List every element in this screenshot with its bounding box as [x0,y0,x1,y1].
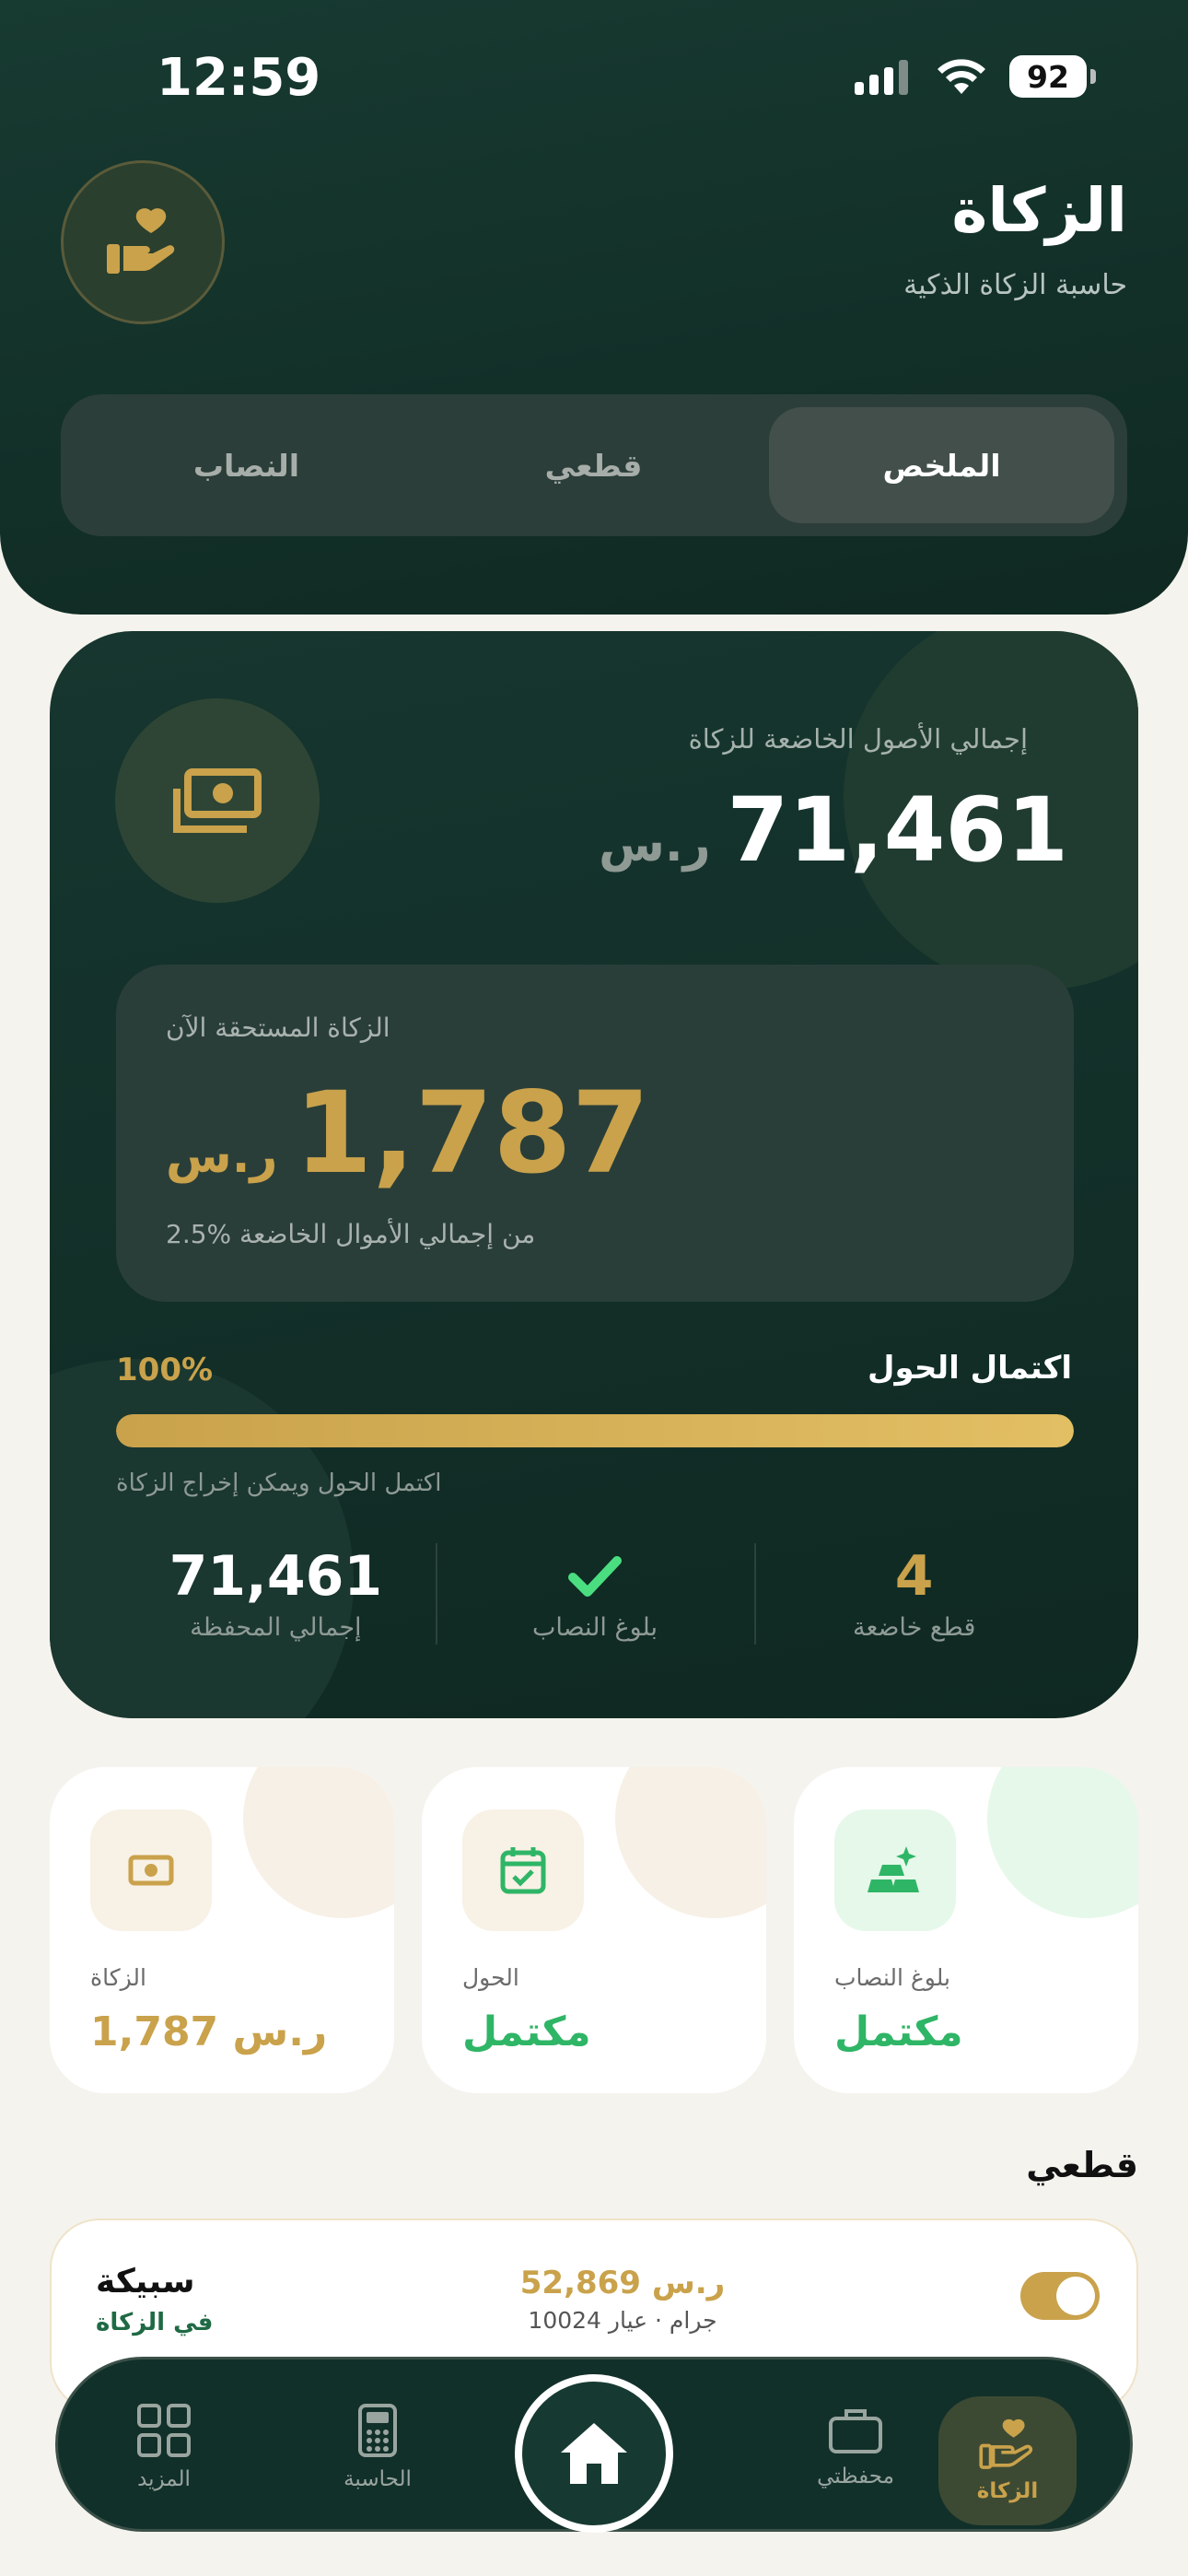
mini-card-value: مكتمل [462,2008,591,2055]
tab-bar: الملخص قطعي النصاب [61,394,1127,536]
due-value: 1,787 [294,1068,650,1199]
signal-icon [855,60,908,95]
zakat-hand-icon [979,2418,1033,2469]
mini-card-label: بلوغ النصاب [834,1964,950,1991]
gold-bars-icon [834,1809,956,1931]
due-label: الزكاة المستحقة الآن [166,1013,390,1043]
nav-label: محفظتي [817,2465,894,2488]
stat-label: بلوغ النصاب [531,1613,658,1642]
mini-card-nisab[interactable]: بلوغ النصاب مكتمل [794,1767,1138,2093]
tab-nisab[interactable]: النصاب [74,407,419,523]
mini-card-value: مكتمل [834,2008,963,2055]
mini-card-zakat[interactable]: الزكاة 1,787 ر.س [50,1767,394,2093]
nav-label: الزكاة [976,2479,1039,2503]
stat-value: 4 [894,1544,934,1609]
nav-calculator[interactable]: الحاسبة [299,2359,456,2535]
stat-nisab: بلوغ النصاب [435,1543,755,1663]
stats-row: 71,461 إجمالي المحفظة بلوغ النصاب 4 قطع … [116,1543,1074,1663]
stat-portfolio: 71,461 إجمالي المحفظة [116,1543,436,1663]
stat-label: قطع خاضعة [853,1613,976,1642]
hawl-progress-bar [116,1414,1074,1447]
nav-zakat[interactable]: الزكاة [938,2396,1077,2525]
battery-indicator: 92 [1009,55,1096,98]
hawl-progress-fill [116,1414,1074,1447]
home-icon [561,2423,627,2484]
nav-home[interactable] [515,2374,673,2533]
asset-meta: 100جرام · عيار 24 [528,2307,717,2334]
include-toggle[interactable] [1020,2272,1100,2320]
decor-circle [987,1767,1138,1918]
assets-label: إجمالي الأصول الخاضعة للزكاة [688,723,1028,755]
status-icons: 92 [855,55,1096,98]
bottom-nav: المزيد الحاسبة محفظتي الزكاة [55,2357,1133,2535]
currency-label: ر.س [599,817,711,872]
status-time: 12:59 [157,48,321,108]
mini-card-label: الزكاة [90,1964,146,1991]
check-icon [567,1543,623,1610]
briefcase-icon [829,2409,882,2453]
due-note: 2.5% من إجمالي الأموال الخاضعة [166,1219,536,1249]
decor-circle [243,1767,394,1918]
assets-amount: ر.س 71,461 [599,779,1068,882]
nav-label: الحاسبة [344,2467,412,2491]
section-title: قطعي [1026,2145,1138,2185]
hawl-percent: 100% [116,1352,214,1388]
header: 12:59 92 الزكاة حاسبة الزكاة الذكية المل… [0,0,1188,615]
tab-pieces[interactable]: قطعي [421,407,766,523]
currency-label: ر.س [166,1129,278,1184]
cash-icon [115,698,320,903]
page-subtitle: حاسبة الزكاة الذكية [903,269,1127,301]
decor-circle [615,1767,766,1918]
decor-circle [50,1359,354,1718]
summary-card: إجمالي الأصول الخاضعة للزكاة ر.س 71,461 … [50,631,1138,1718]
mini-card-hawl[interactable]: الحول مكتمل [422,1767,766,2093]
nav-wallet[interactable]: محفظتي [777,2359,934,2535]
asset-sub: في الزكاة [96,2309,214,2336]
due-amount: ر.س 1,787 [166,1068,649,1199]
page-title: الزكاة [951,175,1127,246]
wifi-icon [938,59,985,94]
nav-more[interactable]: المزيد [86,2359,242,2535]
stat-pieces: 4 قطع خاضعة [754,1543,1074,1663]
calculator-icon [358,2404,397,2457]
tab-summary[interactable]: الملخص [769,407,1114,523]
asset-value: 52,869 ر.س [519,2265,726,2301]
calendar-check-icon [462,1809,584,1931]
hawl-note: اكتمل الحول ويمكن إخراج الزكاة [116,1469,442,1497]
stat-value: 71,461 [169,1544,383,1609]
stat-label: إجمالي المحفظة [190,1613,362,1642]
cash-icon [90,1809,212,1931]
mini-card-label: الحول [462,1964,519,1991]
zakat-hand-icon [61,160,225,324]
assets-value: 71,461 [727,779,1068,882]
grid-icon [137,2404,191,2457]
asset-name: سبيكة [96,2263,195,2301]
hawl-title: اكتمال الحول [868,1350,1072,1387]
nav-label: المزيد [137,2467,191,2491]
mini-card-value: 1,787 ر.س [90,2008,328,2055]
due-box: الزكاة المستحقة الآن ر.س 1,787 2.5% من إ… [116,965,1074,1302]
